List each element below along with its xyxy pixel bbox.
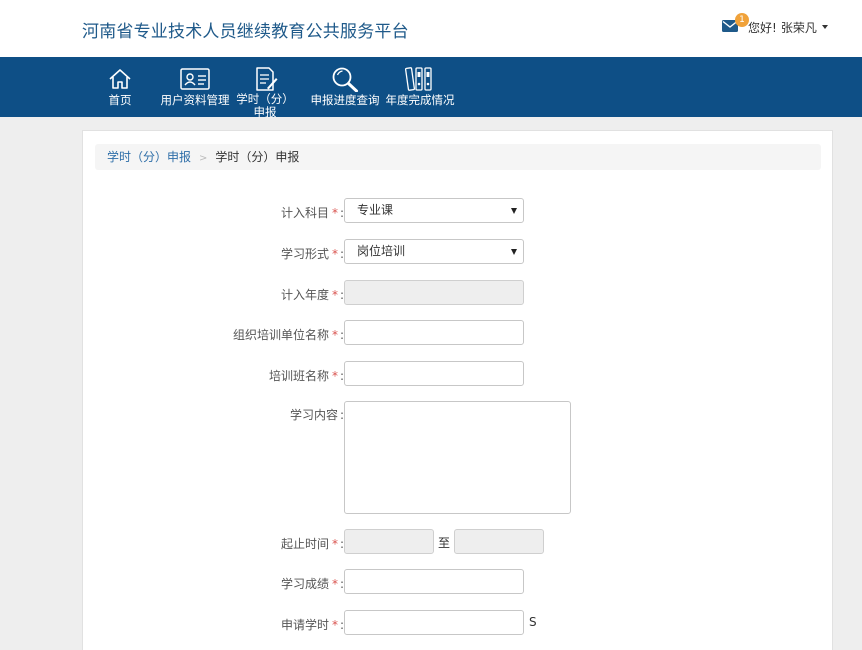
study-form-label: 学习形式 *: [280,247,344,261]
year-label: 计入年度 *: [280,288,344,302]
search-icon [331,66,359,92]
breadcrumb-link[interactable]: 学时（分）申报 [107,150,191,164]
nav-item-home[interactable]: 首页 [104,57,136,117]
dropdown-arrow-icon [511,249,517,255]
class-name-label: 培训班名称 *: [268,369,344,383]
period-label: 起止时间 *: [280,537,344,551]
dropdown-arrow-icon [511,208,517,214]
content-panel: 学时（分）申报 > 学时（分）申报 计入科目 *: 专业课 学习形式 *: 岗位培训 计… [82,130,833,650]
score-label: 学习成绩 *: [280,577,344,591]
chevron-down-icon[interactable] [821,25,828,29]
top-header: 河南省专业技术人员继续教育公共服务平台 1 您好! 张荣凡 [0,0,862,57]
end-date-input[interactable] [454,529,544,554]
nav-item-user-profile[interactable]: 用户资料管理 [157,57,233,117]
breadcrumb: 学时（分）申报 > 学时（分）申报 [95,144,821,170]
nav-item-progress-query[interactable]: 申报进度查询 [308,57,382,117]
mail-icon[interactable]: 1 [722,13,749,34]
username-dropdown[interactable]: 张荣凡 [781,19,817,36]
greeting-text: 您好! [748,20,777,35]
content-label: 学习内容: [289,408,344,422]
year-input[interactable] [344,280,524,305]
notification-badge: 1 [735,13,749,27]
nav-label: 用户资料管理 [160,93,230,107]
id-card-icon [180,66,210,92]
breadcrumb-separator: > [199,153,208,164]
site-title[interactable]: 河南省专业技术人员继续教育公共服务平台 [82,17,409,42]
user-area: 1 您好! 张荣凡 [722,13,828,39]
nav-item-hours-declare[interactable]: 学时（分）申报 [236,57,294,119]
binders-icon [405,66,435,92]
study-form-select[interactable]: 岗位培训 [344,239,524,264]
hours-label: 申请学时 *: [280,618,344,632]
subject-select[interactable]: 专业课 [344,198,524,223]
home-icon [108,66,132,92]
nav-label: 年度完成情况 [385,93,455,107]
main-navbar: 首页 用户资料管理 学时（分）申报 申报进度查询 年度完成情况 [0,57,862,119]
score-input[interactable] [344,569,524,594]
start-date-input[interactable] [344,529,434,554]
nav-label: 学时（分）申报 [236,92,294,119]
breadcrumb-current: 学时（分）申报 [215,150,300,164]
hours-input[interactable] [344,610,524,635]
nav-item-annual-completion[interactable]: 年度完成情况 [383,57,457,117]
nav-label: 申报进度查询 [310,93,380,107]
nav-label: 首页 [108,93,132,107]
hours-unit: S [529,615,537,629]
content-textarea[interactable] [344,401,571,514]
subject-label: 计入科目 *: [280,206,344,220]
class-name-input[interactable] [344,361,524,386]
org-name-label: 组织培训单位名称 *: [232,328,344,342]
to-label: 至 [438,536,451,550]
org-name-input[interactable] [344,320,524,345]
document-edit-icon [252,66,278,92]
